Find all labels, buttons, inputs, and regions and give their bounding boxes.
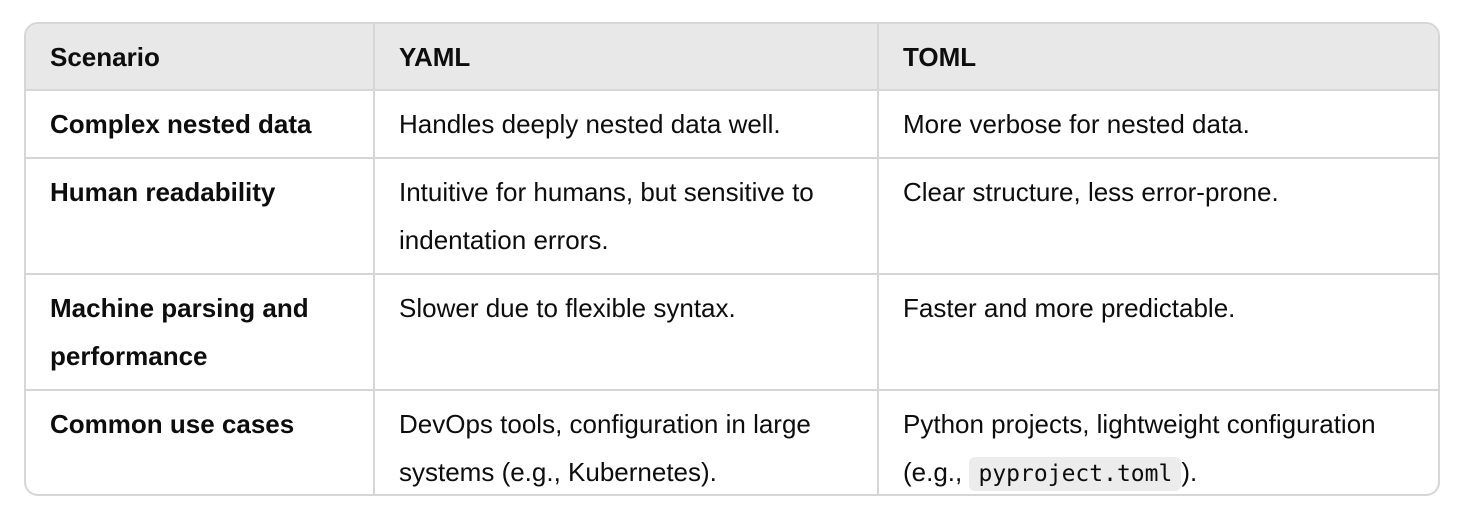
- yaml-cell: Handles deeply nested data well.: [374, 90, 879, 159]
- table-header-row: Scenario YAML TOML: [26, 24, 1438, 91]
- toml-cell: More verbose for nested data.: [878, 90, 1438, 159]
- toml-cell: Faster and more predictable.: [878, 274, 1438, 391]
- comparison-table: Scenario YAML TOML Complex nested data H…: [26, 24, 1438, 494]
- toml-cell: Clear structure, less error-prone.: [878, 158, 1438, 275]
- scenario-cell: Complex nested data: [26, 90, 375, 159]
- scenario-cell: Machine parsing and performance: [26, 274, 375, 391]
- yaml-cell: Intuitive for humans, but sensitive to i…: [374, 158, 879, 275]
- yaml-cell: Slower due to flexible syntax.: [374, 274, 879, 391]
- comparison-table-container: Scenario YAML TOML Complex nested data H…: [24, 22, 1440, 496]
- inline-code-pyproject: pyproject.toml: [969, 457, 1182, 491]
- yaml-cell: DevOps tools, configuration in large sys…: [374, 390, 879, 494]
- table-row: Machine parsing and performance Slower d…: [26, 274, 1438, 391]
- header-scenario: Scenario: [26, 24, 375, 91]
- table-row: Human readability Intuitive for humans, …: [26, 158, 1438, 275]
- scenario-cell: Common use cases: [26, 390, 375, 494]
- header-yaml: YAML: [374, 24, 879, 91]
- table-row: Complex nested data Handles deeply neste…: [26, 90, 1438, 159]
- toml-cell: Python projects, lightweight configurati…: [878, 390, 1438, 494]
- header-toml: TOML: [878, 24, 1438, 91]
- scenario-cell: Human readability: [26, 158, 375, 275]
- table-row: Common use cases DevOps tools, configura…: [26, 390, 1438, 494]
- toml-cell-text-suffix: ).: [1181, 457, 1198, 487]
